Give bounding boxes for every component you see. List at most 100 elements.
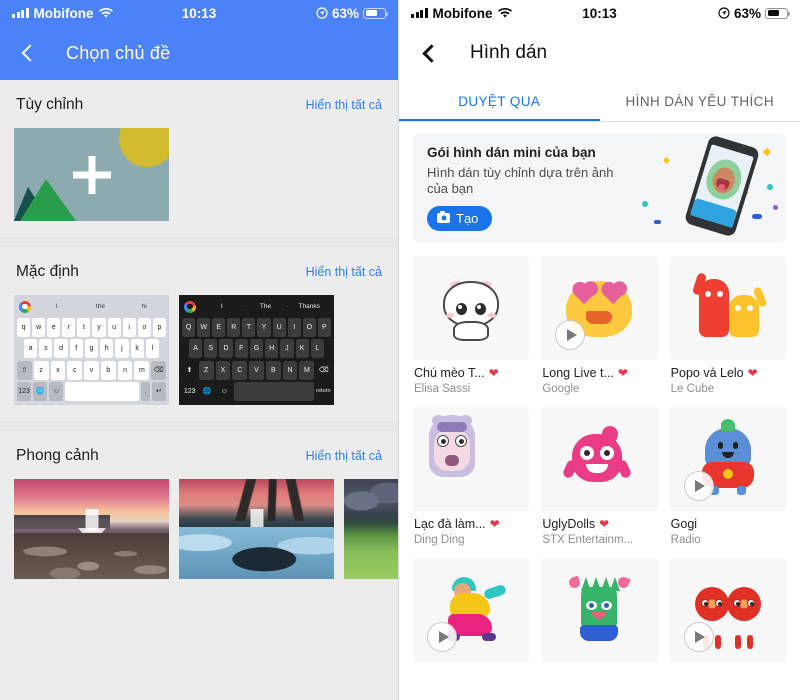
key-h[interactable]: h bbox=[100, 339, 114, 358]
key-f-dark[interactable]: F bbox=[234, 339, 248, 358]
key-z-dark[interactable]: Z bbox=[198, 360, 214, 380]
section-default-show-all[interactable]: Hiển thị tất cả bbox=[306, 265, 382, 279]
key-y[interactable]: y bbox=[92, 317, 106, 337]
key-z[interactable]: z bbox=[33, 360, 49, 380]
section-scenic-show-all[interactable]: Hiển thị tất cả bbox=[306, 449, 382, 463]
dark-suggestion-3[interactable]: Thanks bbox=[287, 303, 331, 310]
key-q[interactable]: q bbox=[17, 317, 31, 337]
dark-keyboard-theme-tile[interactable]: I The Thanks Q W E R T Y U I O P A S D F… bbox=[179, 295, 334, 405]
key-p-dark[interactable]: P bbox=[317, 317, 331, 337]
key-b-dark[interactable]: B bbox=[265, 360, 281, 380]
sticker-thumbnail[interactable] bbox=[669, 558, 786, 662]
key-l-dark[interactable]: L bbox=[310, 339, 324, 358]
theme-list-scroll[interactable]: Tùy chỉnh Hiển thị tất cả Mặc định Hiển … bbox=[0, 80, 398, 700]
light-suggestion-1[interactable]: I bbox=[35, 303, 79, 310]
sticker-card[interactable]: Lạc đà làm... ❤ Ding Ding bbox=[413, 407, 530, 546]
heart-filled-icon[interactable]: ❤ bbox=[618, 367, 628, 379]
backspace-key-dark[interactable]: ⌫ bbox=[316, 360, 332, 380]
key-c-dark[interactable]: C bbox=[232, 360, 248, 380]
sticker-card[interactable] bbox=[413, 558, 530, 662]
key-u-dark[interactable]: U bbox=[272, 317, 286, 337]
period-key[interactable]: . bbox=[141, 382, 150, 401]
light-suggestion-3[interactable]: hi bbox=[122, 303, 166, 310]
sticker-card[interactable]: Gogi Radio bbox=[669, 407, 786, 546]
section-custom-show-all[interactable]: Hiển thị tất cả bbox=[306, 98, 382, 112]
key-r[interactable]: r bbox=[62, 317, 76, 337]
key-l[interactable]: l bbox=[145, 339, 159, 358]
numbers-key-dark[interactable]: 123 bbox=[182, 382, 198, 401]
sticker-thumbnail[interactable] bbox=[669, 407, 786, 511]
key-m[interactable]: m bbox=[134, 360, 150, 380]
key-c[interactable]: c bbox=[67, 360, 83, 380]
space-key-dark[interactable] bbox=[233, 382, 314, 401]
heart-filled-icon[interactable]: ❤ bbox=[599, 518, 609, 530]
key-e[interactable]: e bbox=[47, 317, 61, 337]
key-g-dark[interactable]: G bbox=[249, 339, 264, 358]
key-x[interactable]: x bbox=[50, 360, 66, 380]
key-a[interactable]: a bbox=[24, 339, 38, 358]
scenic-theme-beach-sunset[interactable] bbox=[14, 479, 169, 579]
key-m-dark[interactable]: M bbox=[299, 360, 315, 380]
play-circle-icon[interactable] bbox=[427, 622, 457, 652]
key-i[interactable]: i bbox=[122, 317, 136, 337]
mini-sticker-promo-banner[interactable]: Gói hình dán mini của bạn Hình dán tùy c… bbox=[413, 134, 786, 242]
scenic-theme-green-hills[interactable] bbox=[344, 479, 398, 579]
key-n-dark[interactable]: N bbox=[282, 360, 298, 380]
enter-key[interactable]: ↵ bbox=[151, 382, 167, 401]
shift-key-dark[interactable]: ⬆ bbox=[182, 360, 197, 380]
key-f[interactable]: f bbox=[69, 339, 83, 358]
key-x-dark[interactable]: X bbox=[215, 360, 231, 380]
sticker-card[interactable]: Popo và Lelo ❤ Le Cube bbox=[669, 256, 786, 395]
key-b[interactable]: b bbox=[100, 360, 116, 380]
key-o[interactable]: o bbox=[137, 317, 151, 337]
light-keyboard-theme-tile[interactable]: I the hi q w e r t y u i o p a s d f g h… bbox=[14, 295, 169, 405]
key-w[interactable]: w bbox=[32, 317, 46, 337]
key-v-dark[interactable]: V bbox=[249, 360, 264, 380]
play-circle-icon[interactable] bbox=[683, 622, 714, 652]
tab-browse[interactable]: DUYỆT QUA bbox=[399, 80, 600, 122]
key-d-dark[interactable]: D bbox=[219, 339, 233, 358]
back-button-left[interactable] bbox=[21, 44, 39, 62]
key-i-dark[interactable]: I bbox=[287, 317, 301, 337]
space-key[interactable] bbox=[65, 382, 140, 401]
key-q-dark[interactable]: Q bbox=[182, 317, 196, 337]
sticker-card[interactable]: UglyDolls ❤ STX Entertainm... bbox=[541, 407, 658, 546]
key-h-dark[interactable]: H bbox=[265, 339, 279, 358]
key-o-dark[interactable]: O bbox=[302, 317, 316, 337]
add-custom-theme-tile[interactable] bbox=[14, 128, 169, 221]
key-y-dark[interactable]: Y bbox=[257, 317, 271, 337]
sticker-thumbnail[interactable] bbox=[669, 256, 786, 360]
key-s-dark[interactable]: S bbox=[204, 339, 218, 358]
sticker-card[interactable]: Long Live t... ❤ Google bbox=[541, 256, 658, 395]
create-sticker-button[interactable]: Tạo bbox=[427, 205, 493, 231]
key-k-dark[interactable]: K bbox=[295, 339, 309, 358]
heart-filled-icon[interactable]: ❤ bbox=[748, 367, 758, 379]
sticker-card[interactable]: Chú mèo T... ❤ Elisa Sassi bbox=[413, 256, 530, 395]
key-t[interactable]: t bbox=[77, 317, 91, 337]
sticker-thumbnail[interactable] bbox=[541, 558, 658, 662]
heart-filled-icon[interactable]: ❤ bbox=[490, 518, 500, 530]
key-j[interactable]: j bbox=[115, 339, 129, 358]
backspace-key[interactable]: ⌫ bbox=[151, 360, 167, 380]
light-suggestion-2[interactable]: the bbox=[78, 303, 123, 310]
sticker-list-scroll[interactable]: Gói hình dán mini của bạn Hình dán tùy c… bbox=[399, 122, 800, 700]
key-s[interactable]: s bbox=[39, 339, 53, 358]
key-a-dark[interactable]: A bbox=[189, 339, 203, 358]
scenic-theme-icy-river[interactable] bbox=[179, 479, 334, 579]
sticker-thumbnail[interactable] bbox=[413, 256, 530, 360]
key-j-dark[interactable]: J bbox=[280, 339, 294, 358]
key-g[interactable]: g bbox=[84, 339, 99, 358]
tab-favorites[interactable]: HÌNH DÁN YÊU THÍCH bbox=[600, 80, 800, 122]
key-p[interactable]: p bbox=[152, 317, 166, 337]
key-r-dark[interactable]: R bbox=[227, 317, 241, 337]
globe-key-dark[interactable]: 🌐 bbox=[199, 382, 215, 401]
sticker-card[interactable] bbox=[541, 558, 658, 662]
key-w-dark[interactable]: W bbox=[197, 317, 211, 337]
sticker-card[interactable] bbox=[669, 558, 786, 662]
sticker-thumbnail[interactable] bbox=[413, 558, 530, 662]
return-key-dark[interactable]: return bbox=[315, 382, 332, 401]
key-n[interactable]: n bbox=[117, 360, 133, 380]
sticker-thumbnail[interactable] bbox=[413, 407, 530, 511]
sticker-thumbnail[interactable] bbox=[541, 256, 658, 360]
shift-key[interactable]: ⇧ bbox=[17, 360, 32, 380]
